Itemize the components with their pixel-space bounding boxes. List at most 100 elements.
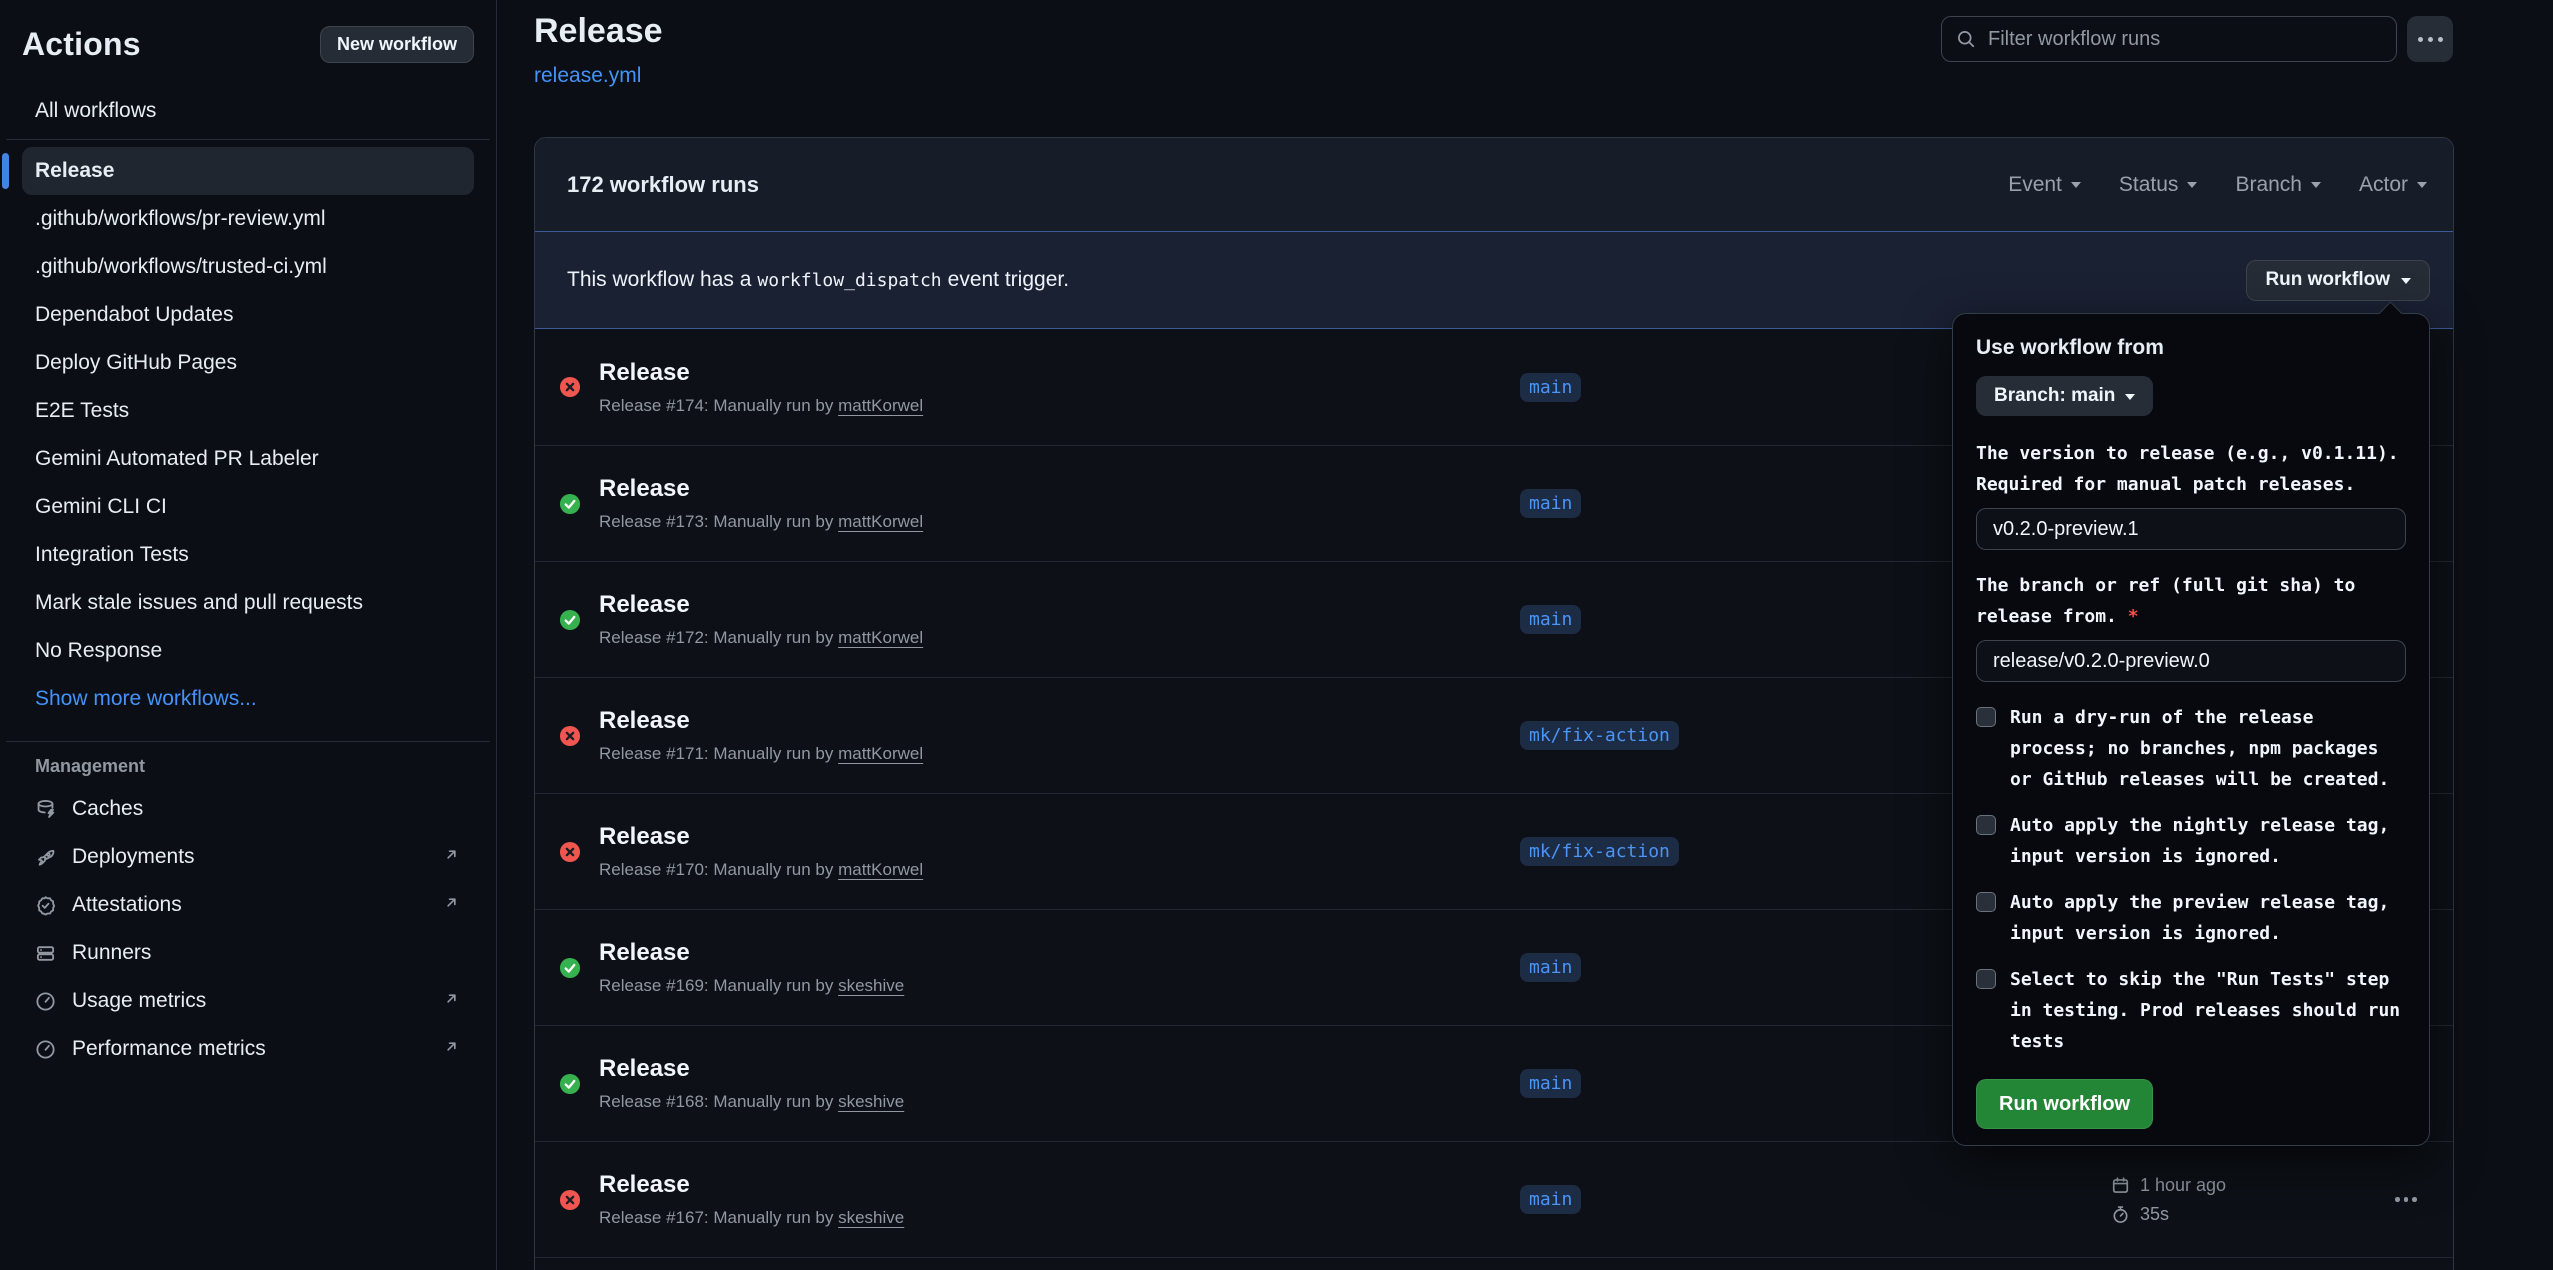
- meter-icon: [35, 991, 56, 1012]
- workflow-runs-count: 172 workflow runs: [567, 172, 759, 198]
- run-workflow-dropdown-button[interactable]: Run workflow: [2246, 260, 2430, 301]
- sidebar-item-no-response[interactable]: No Response: [22, 627, 474, 675]
- run-filters: Event Status Branch Actor: [2008, 173, 2427, 197]
- field-input[interactable]: [1976, 508, 2406, 550]
- sidebar-item-deploy-github-pages[interactable]: Deploy GitHub Pages: [22, 339, 474, 387]
- branch-label[interactable]: main: [1520, 489, 1581, 518]
- checkbox-label: Auto apply the nightly release tag, inpu…: [2010, 810, 2406, 872]
- actor-link[interactable]: mattKorwel: [838, 512, 923, 531]
- failure-icon: [559, 725, 581, 747]
- success-icon: [559, 493, 581, 515]
- branch-label[interactable]: mk/fix-action: [1520, 837, 1679, 866]
- stopwatch-icon: [2111, 1205, 2130, 1224]
- sidebar-item-gemini-cli-ci[interactable]: Gemini CLI CI: [22, 483, 474, 531]
- filter-status[interactable]: Status: [2119, 173, 2198, 197]
- sidebar-item-deployments[interactable]: Deployments: [22, 833, 474, 881]
- run-title-link[interactable]: Release: [599, 591, 1520, 619]
- run-title-link[interactable]: Release: [599, 1171, 1520, 1199]
- panel-field: The branch or ref (full git sha) to rele…: [1976, 570, 2406, 682]
- run-title-link[interactable]: Release: [599, 475, 1520, 503]
- branch-label[interactable]: main: [1520, 1069, 1581, 1098]
- run-options-kebab-button[interactable]: [2381, 1197, 2431, 1202]
- panel-checkbox-row: Run a dry-run of the release process; no…: [1976, 702, 2406, 795]
- branch-label[interactable]: main: [1520, 373, 1581, 402]
- sidebar-item-release[interactable]: Release: [22, 147, 474, 195]
- sidebar-item-usage-metrics[interactable]: Usage metrics: [22, 977, 474, 1025]
- workflow-file-link[interactable]: release.yml: [534, 64, 641, 88]
- chevron-down-icon: [2417, 182, 2427, 193]
- show-more-workflows-link[interactable]: Show more workflows...: [22, 675, 474, 723]
- actor-link[interactable]: skeshive: [838, 1092, 904, 1111]
- run-title-link[interactable]: Release: [599, 823, 1520, 851]
- chevron-down-icon: [2071, 182, 2081, 193]
- sidebar-item-integration-tests[interactable]: Integration Tests: [22, 531, 474, 579]
- filter-actor[interactable]: Actor: [2359, 173, 2427, 197]
- checkbox-label: Select to skip the "Run Tests" step in t…: [2010, 964, 2406, 1057]
- actor-link[interactable]: skeshive: [838, 976, 904, 995]
- actor-link[interactable]: skeshive: [838, 1208, 904, 1227]
- run-title-link[interactable]: Release: [599, 939, 1520, 967]
- run-description: Release #172: Manually run by mattKorwel: [599, 628, 1520, 648]
- filter-workflow-runs-input[interactable]: Filter workflow runs: [1941, 16, 2397, 62]
- field-description: The branch or ref (full git sha) to rele…: [1976, 570, 2406, 632]
- branch-label[interactable]: main: [1520, 1185, 1581, 1214]
- arrow-up-right-icon: [442, 1037, 461, 1056]
- actor-link[interactable]: mattKorwel: [838, 628, 923, 647]
- success-icon: [559, 609, 581, 631]
- run-title-link[interactable]: Release: [599, 359, 1520, 387]
- checkbox-label: Run a dry-run of the release process; no…: [2010, 702, 2406, 795]
- verified-icon: [35, 895, 56, 916]
- panel-checkbox-row: Select to skip the "Run Tests" step in t…: [1976, 964, 2406, 1057]
- filter-event[interactable]: Event: [2008, 173, 2081, 197]
- sidebar-item-all-workflows[interactable]: All workflows: [22, 87, 474, 135]
- new-workflow-button[interactable]: New workflow: [320, 26, 474, 63]
- chevron-down-icon: [2401, 278, 2411, 289]
- field-description: The version to release (e.g., v0.1.11). …: [1976, 438, 2406, 500]
- panel-checkbox-row: Auto apply the preview release tag, inpu…: [1976, 887, 2406, 949]
- panel-field: The version to release (e.g., v0.1.11). …: [1976, 438, 2406, 550]
- run-description: Release #169: Manually run by skeshive: [599, 976, 1520, 996]
- branch-label[interactable]: main: [1520, 953, 1581, 982]
- sidebar-item-runners[interactable]: Runners: [22, 929, 474, 977]
- next-row-edge: [535, 1257, 2453, 1270]
- workflow-options-kebab-button[interactable]: [2407, 16, 2453, 62]
- run-title-link[interactable]: Release: [599, 1055, 1520, 1083]
- actor-link[interactable]: mattKorwel: [838, 744, 923, 763]
- sidebar-item-gemini-automated-pr-labeler[interactable]: Gemini Automated PR Labeler: [22, 435, 474, 483]
- checkbox[interactable]: [1976, 815, 1996, 835]
- calendar-icon: [2111, 1176, 2130, 1195]
- arrow-up-right-icon: [442, 989, 461, 1008]
- chevron-down-icon: [2187, 182, 2197, 193]
- sidebar-item-attestations[interactable]: Attestations: [22, 881, 474, 929]
- filter-branch[interactable]: Branch: [2235, 173, 2321, 197]
- field-input[interactable]: [1976, 640, 2406, 682]
- sidebar-item-performance-metrics[interactable]: Performance metrics: [22, 1025, 474, 1073]
- run-description: Release #173: Manually run by mattKorwel: [599, 512, 1520, 532]
- actor-link[interactable]: mattKorwel: [838, 860, 923, 879]
- sidebar-item--github-workflows-trusted-ci-yml[interactable]: .github/workflows/trusted-ci.yml: [22, 243, 474, 291]
- actor-link[interactable]: mattKorwel: [838, 396, 923, 415]
- meter-icon: [35, 1039, 56, 1060]
- checkbox[interactable]: [1976, 892, 1996, 912]
- workflow-list: Release.github/workflows/pr-review.yml.g…: [22, 147, 474, 675]
- management-list: CachesDeploymentsAttestationsRunnersUsag…: [22, 785, 474, 1073]
- sidebar-item-mark-stale-issues-and-pull-requests[interactable]: Mark stale issues and pull requests: [22, 579, 474, 627]
- panel-checkbox-row: Auto apply the nightly release tag, inpu…: [1976, 810, 2406, 872]
- branch-label[interactable]: main: [1520, 605, 1581, 634]
- run-workflow-submit-button[interactable]: Run workflow: [1976, 1079, 2153, 1129]
- chevron-down-icon: [2311, 182, 2321, 193]
- checkbox[interactable]: [1976, 969, 1996, 989]
- sidebar-item-e2e-tests[interactable]: E2E Tests: [22, 387, 474, 435]
- rocket-icon: [35, 847, 56, 868]
- sidebar-item-dependabot-updates[interactable]: Dependabot Updates: [22, 291, 474, 339]
- run-title-link[interactable]: Release: [599, 707, 1520, 735]
- branch-selector-button[interactable]: Branch: main: [1976, 376, 2153, 416]
- sidebar-item-caches[interactable]: Caches: [22, 785, 474, 833]
- sidebar-item--github-workflows-pr-review-yml[interactable]: .github/workflows/pr-review.yml: [22, 195, 474, 243]
- branch-label[interactable]: mk/fix-action: [1520, 721, 1679, 750]
- failure-icon: [559, 1189, 581, 1211]
- success-icon: [559, 957, 581, 979]
- required-asterisk: *: [2128, 606, 2139, 627]
- checkbox[interactable]: [1976, 707, 1996, 727]
- run-time: 1 hour ago 35s: [2087, 1175, 2381, 1225]
